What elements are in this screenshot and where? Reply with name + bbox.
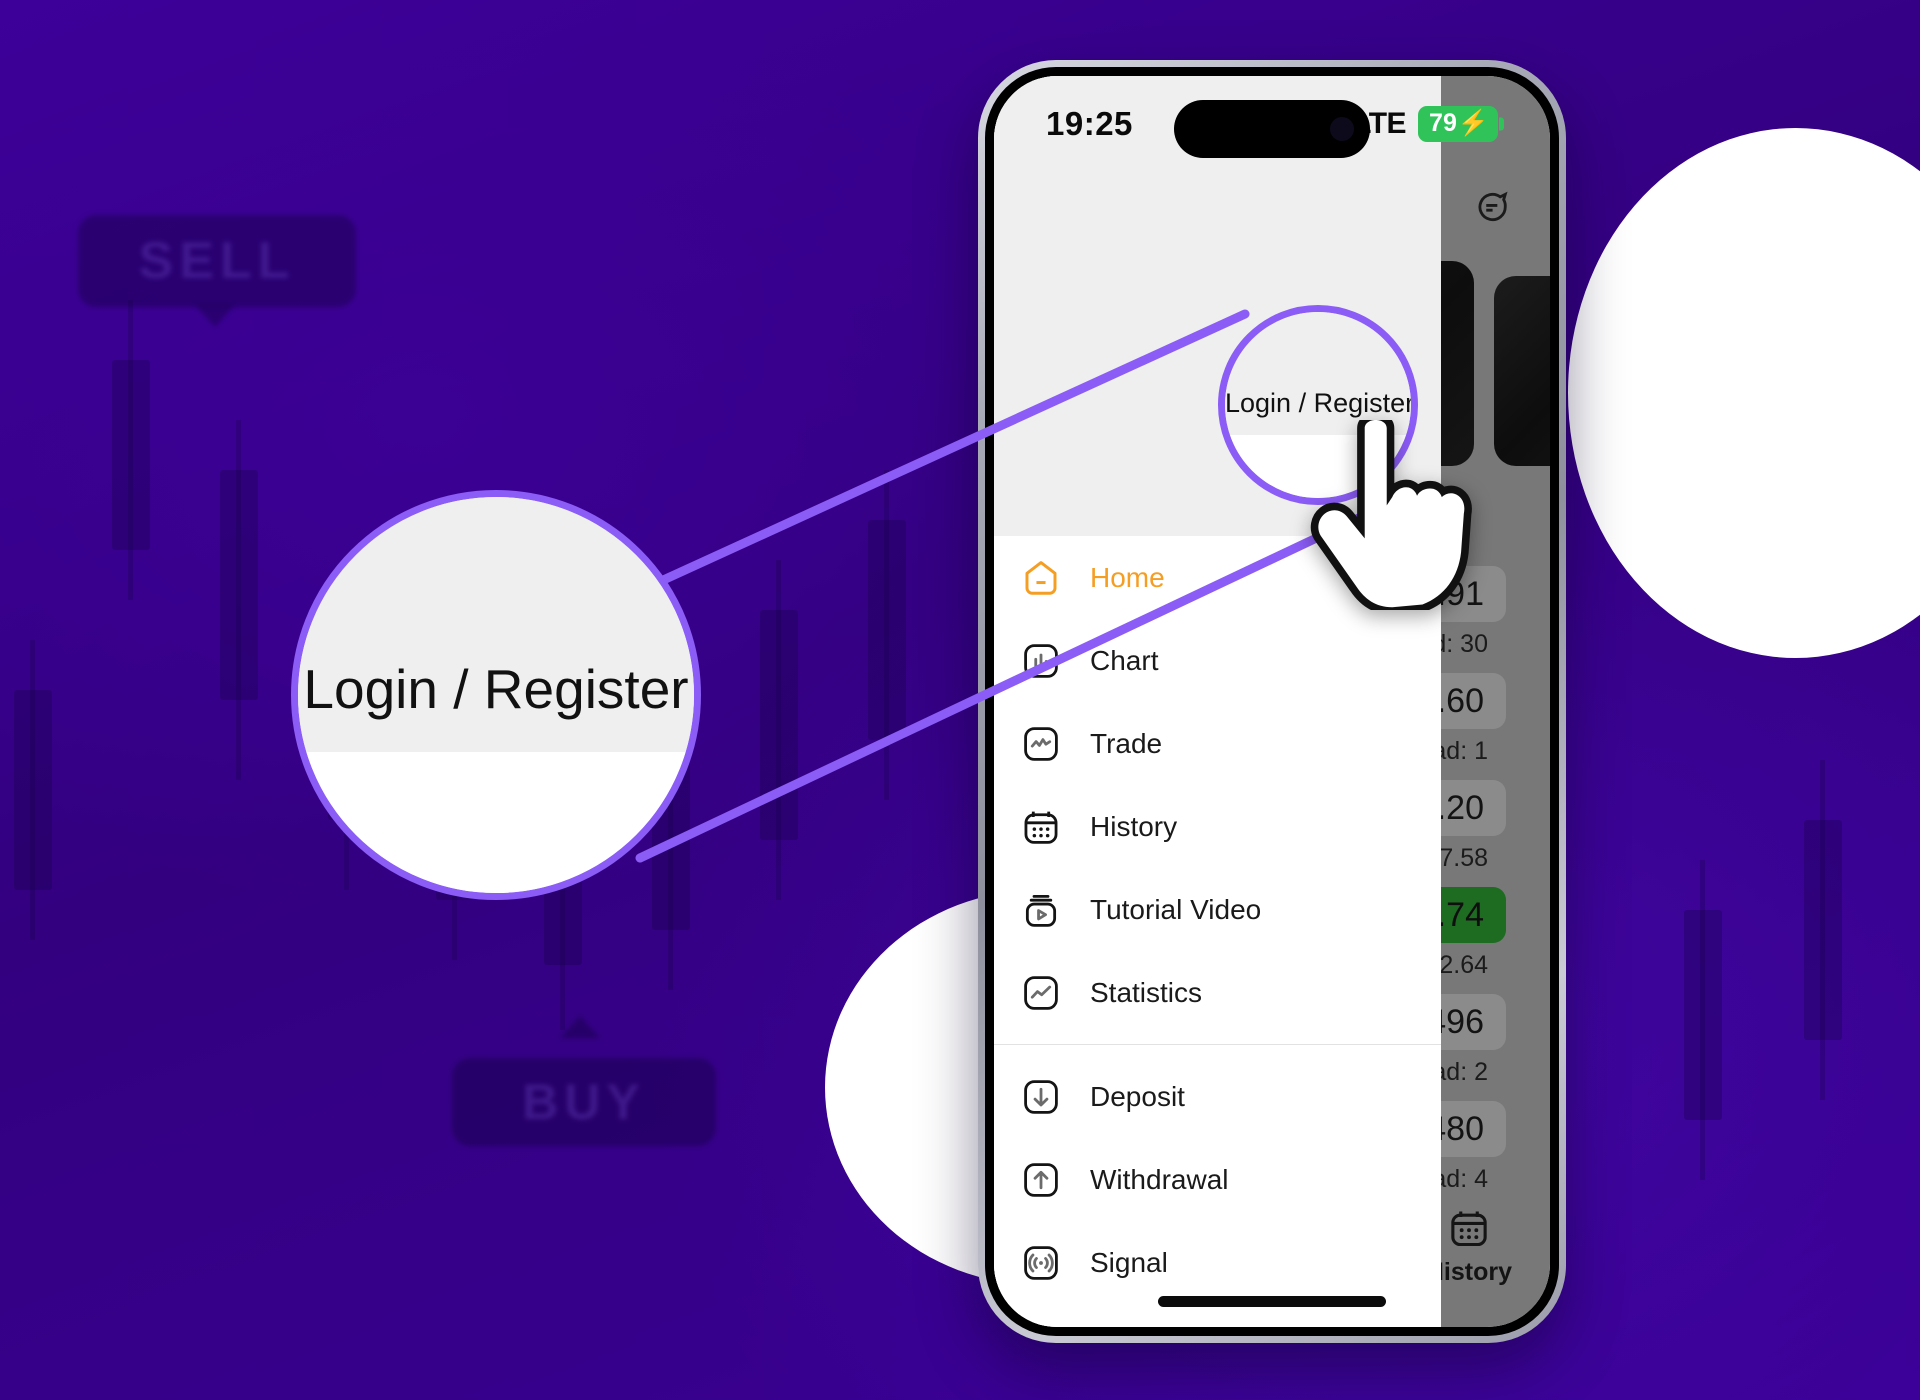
lens-bottom-fill <box>298 752 694 893</box>
ghost-badge-buy: BUY <box>452 1058 716 1146</box>
ghost-badge-sell: SELL <box>78 215 356 307</box>
menu-item-deposit[interactable]: Deposit <box>994 1055 1441 1138</box>
menu-item-statistics[interactable]: Statistics <box>994 951 1441 1034</box>
phone-mockup: % % <box>978 60 1566 1343</box>
battery-badge: 79 ⚡ <box>1418 106 1498 142</box>
menu-item-tutorial-video[interactable]: Tutorial Video <box>994 868 1441 951</box>
menu-item-withdrawal[interactable]: Withdrawal <box>994 1138 1441 1221</box>
phone-screen: % % <box>994 76 1550 1327</box>
login-register-label[interactable]: Login / Register <box>1225 388 1411 419</box>
menu-divider <box>994 1044 1441 1045</box>
ghost-badge-sell-tail <box>195 305 235 327</box>
ghost-badge-sell-label: SELL <box>138 232 296 290</box>
menu-item-label: Home <box>1090 561 1165 593</box>
drawer-menu: Home Chart Trade History Tutorial Video … <box>994 536 1441 1327</box>
arrow-up-icon <box>1020 1159 1062 1201</box>
arrow-down-icon <box>1020 1076 1062 1118</box>
login-register-label-magnified: Login / Register <box>303 658 689 720</box>
menu-item-label: Withdrawal <box>1090 1163 1229 1195</box>
calendar-icon <box>1451 1211 1487 1247</box>
menu-item-economic-calendar[interactable]: 7 Economic calendar <box>994 1304 1441 1327</box>
callout-lens-large: Login / Register <box>291 490 701 900</box>
trade-pulse-icon <box>1020 723 1062 765</box>
dynamic-island <box>1174 100 1370 158</box>
calendar-7-icon: 7 <box>1020 1325 1062 1328</box>
menu-item-signal[interactable]: Signal <box>994 1221 1441 1304</box>
menu-item-label: Statistics <box>1090 976 1203 1008</box>
phone-bezel: % % <box>985 67 1559 1336</box>
ghost-badge-buy-tail <box>560 1016 600 1038</box>
front-camera-icon <box>1330 117 1354 141</box>
charging-bolt-icon: ⚡ <box>1457 109 1489 137</box>
battery-percent: 79 <box>1429 109 1457 137</box>
status-clock: 19:25 <box>1046 105 1133 142</box>
ghost-badge-buy-label: BUY <box>522 1074 646 1130</box>
bar-chart-icon <box>1020 640 1062 682</box>
menu-item-label: Tutorial Video <box>1090 893 1262 925</box>
menu-item-trade[interactable]: Trade <box>994 702 1441 785</box>
line-chart-icon <box>1020 972 1062 1014</box>
menu-item-label: History <box>1090 810 1178 842</box>
chat-icon[interactable] <box>1472 188 1510 226</box>
menu-item-label: Deposit <box>1090 1080 1185 1112</box>
screenshot-stage: SELL BUY ead: 30 46.60 ead: 1 22.20 ad: … <box>0 0 1920 1400</box>
home-icon <box>1020 557 1062 599</box>
menu-item-label: Trade <box>1090 727 1163 759</box>
side-drawer: Home Chart Trade History Tutorial Video … <box>994 76 1441 1327</box>
broadcast-icon <box>1020 1242 1062 1284</box>
pointing-hand-cursor <box>1310 420 1472 610</box>
home-indicator[interactable] <box>1158 1296 1386 1307</box>
menu-item-history[interactable]: History <box>994 785 1441 868</box>
video-play-icon <box>1020 889 1062 931</box>
menu-item-label: Chart <box>1090 644 1159 676</box>
menu-item-chart[interactable]: Chart <box>994 619 1441 702</box>
promo-card-secondary[interactable] <box>1494 276 1550 466</box>
calendar-icon <box>1020 806 1062 848</box>
menu-item-label: Signal <box>1090 1246 1168 1278</box>
